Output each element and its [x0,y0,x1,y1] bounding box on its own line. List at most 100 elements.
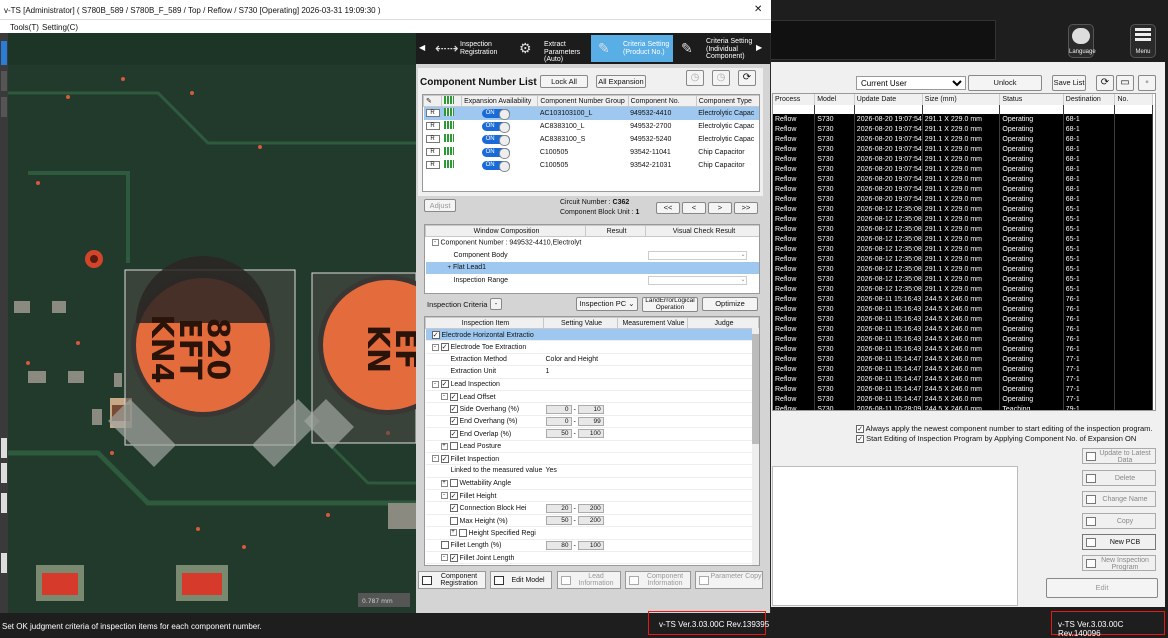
refresh-icon[interactable]: ⟳ [1096,75,1114,91]
table-row[interactable]: Reflow S730 2026-08-11 15:16:43 244.5 X 246… [773,314,1153,324]
option-start-editing[interactable]: ✓ Start Editing of Inspection Program by… [856,434,1166,444]
component-row[interactable]: R ON C100505 93542-21031 Chip Capacitor [423,158,759,172]
new-inspection-program-button[interactable]: New Inspection Program [1082,555,1156,571]
col-result[interactable]: Result [585,225,646,237]
table-row[interactable]: Reflow S730 2026-08-20 19:07:54 291.1 X 229… [773,114,1153,124]
table-row[interactable]: Reflow S730 2026-08-12 12:35:08 291.1 X 229… [773,284,1153,294]
inspection-item-row[interactable]: Fillet Length (%) 80 - 100 [425,539,759,553]
inspection-item-row[interactable]: - ✓ Electrode Toe Extraction [425,340,759,354]
setting-value-cell[interactable] [543,477,618,491]
folder-icon[interactable]: ▭ [1116,75,1134,91]
min-value-input[interactable]: 80 [545,540,572,550]
inspection-item-row[interactable]: Extraction Method Color and Height [425,353,759,367]
reference-icon[interactable]: R [425,109,440,118]
copy-button[interactable]: Copy [1082,513,1156,529]
table-row[interactable]: Reflow S730 2026-08-12 12:35:08 291.1 X 229… [773,254,1153,264]
col-measurement-value[interactable]: Measurement Value [617,317,688,329]
setting-value-cell[interactable] [543,390,618,404]
col-judge[interactable]: Judge [687,317,759,329]
expand-icon[interactable]: + [448,265,452,271]
filter-cell[interactable] [854,105,923,114]
max-value-input[interactable]: 99 [577,416,604,426]
scrollbar[interactable] [752,328,759,565]
scrollbar-thumb[interactable] [752,334,759,444]
collapse-icon[interactable]: - [431,380,439,388]
wc-visual-select[interactable]: ⌄ [646,274,760,287]
col-update-date[interactable]: Update Date [854,94,923,105]
inspection-item-row[interactable]: Extraction Unit 1 [425,365,759,379]
collapse-icon[interactable]: - [440,492,448,500]
collapse-icon[interactable]: - [431,343,439,351]
table-row[interactable]: Reflow S730 2026-08-11 15:16:43 244.5 X 246… [773,334,1153,344]
expand-icon[interactable]: + [440,442,448,450]
component-registration-button[interactable]: Component Registration [418,571,486,589]
filter-cell[interactable] [999,105,1064,114]
land-error-button[interactable]: LandErrorLogical Operation [642,297,698,312]
setting-value-cell[interactable]: 50 - 200 [543,514,618,528]
min-value-input[interactable]: 20 [545,503,572,513]
table-row[interactable]: Reflow S730 2026-08-12 12:35:08 291.1 X 229… [773,244,1153,254]
table-row[interactable]: Reflow S730 2026-08-12 12:35:08 291.1 X 229… [773,234,1153,244]
pcb-image-viewer[interactable]: 820 EFT KN4 EF KN 0.787 mm [8,33,416,613]
table-row[interactable]: Reflow S730 2026-08-12 12:35:08 291.1 X 229… [773,204,1153,214]
setting-value-cell[interactable]: 1 [543,365,618,379]
refresh-icon[interactable]: ⟳ [738,70,756,86]
filter-cell[interactable] [814,105,855,114]
max-value-input[interactable]: 100 [577,429,604,439]
update-latest-button[interactable]: Update to Latest Data [1082,448,1156,464]
setting-value-cell[interactable]: Color and Height [543,353,618,367]
table-row[interactable]: Reflow S730 2026-08-20 19:07:54 291.1 X 229… [773,144,1153,154]
wc-row-body[interactable]: Component Body ⌄ [426,249,760,262]
expansion-toggle-cell[interactable]: ON [462,159,538,172]
table-row[interactable]: Reflow S730 2026-08-11 15:16:43 244.5 X 246… [773,324,1153,334]
inspection-item-row[interactable]: - ✓ Lead Offset [425,390,759,404]
max-value-input[interactable]: 10 [577,404,604,414]
checkbox-checked-icon[interactable]: ✓ [449,491,458,500]
component-row[interactable]: R ON C100505 93542-11041 Chip Capacitor [423,145,759,159]
checkbox-checked-icon[interactable]: ✓ [856,425,864,434]
expansion-toggle-cell[interactable]: ON [462,146,538,159]
col-destination[interactable]: Destination [1063,94,1116,105]
checkbox-icon[interactable] [449,479,458,488]
row-edit-cell[interactable]: R [424,133,442,146]
row-edit-cell[interactable]: R [424,146,442,159]
col-inspection-item[interactable]: Inspection Item [425,317,544,329]
table-row[interactable]: Reflow S730 2026-08-11 10:28:09 244.5 X 246… [773,404,1153,410]
setting-value-cell[interactable]: 20 - 200 [543,501,618,515]
filter-cell[interactable] [922,105,1001,114]
table-row[interactable]: Reflow S730 2026-08-20 19:07:54 291.1 X 229… [773,134,1153,144]
menu-tools[interactable]: Tools(T) [10,23,39,32]
table-row[interactable]: Reflow S730 2026-08-12 12:35:08 291.1 X 229… [773,224,1153,234]
reference-icon[interactable]: R [425,135,440,143]
inspection-item-row[interactable]: ✓ End Overhang (%) 0 - 99 [425,415,759,429]
reference-icon[interactable]: R [425,161,440,169]
checkbox-checked-icon[interactable]: ✓ [440,380,449,389]
min-value-input[interactable]: 0 [545,416,572,426]
setting-value-cell[interactable] [543,328,618,342]
setting-value-cell[interactable] [543,340,618,354]
setting-value-cell[interactable]: 0 - 10 [543,402,618,416]
row-edit-cell[interactable]: R [424,159,442,172]
change-name-button[interactable]: Change Name [1082,491,1156,507]
tab-criteria-individual[interactable]: ✎ Criteria Setting (Individual Component) [674,35,754,62]
unlock-button[interactable]: Unlock [968,75,1042,91]
table-row[interactable]: Reflow S730 2026-08-12 12:35:08 291.1 X 229… [773,274,1153,284]
expansion-toggle-cell[interactable]: ON [462,120,538,133]
inspection-item-row[interactable]: Linked to the measured value Yes [425,464,759,478]
table-row[interactable]: Reflow S730 2026-08-11 15:14:47 244.5 X 246… [773,354,1153,364]
tab-criteria-product[interactable]: ✎ Criteria Setting (Product No.) [591,35,673,62]
table-row[interactable]: Reflow S730 2026-08-11 15:14:47 244.5 X 246… [773,374,1153,384]
row-edit-cell[interactable]: R [424,107,442,120]
filter-cell[interactable] [1063,105,1116,114]
col-status[interactable]: Status [999,94,1064,105]
table-row[interactable]: Reflow S730 2026-08-20 19:07:54 291.1 X 229… [773,194,1153,204]
max-value-input[interactable]: 200 [577,516,604,526]
toolbar-button[interactable] [1,438,7,458]
component-row[interactable]: R ON AC8383100_L 949532-2700 Electrolytic Ca… [423,119,759,133]
filter-cell[interactable] [1114,105,1153,114]
col-process[interactable]: Process [773,94,816,105]
collapse-icon[interactable]: - [440,393,448,401]
max-value-input[interactable]: 200 [577,503,604,513]
clock-compare-icon[interactable]: ◷ [712,70,730,86]
tab-extract-parameters[interactable]: ⚙ Extract Parameters (Auto) [512,35,590,63]
